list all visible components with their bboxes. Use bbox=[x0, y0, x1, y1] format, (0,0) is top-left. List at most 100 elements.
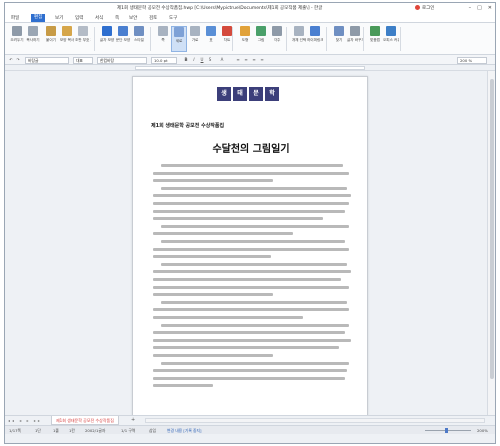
menu-bar: 파일 편집 보기 입력 서식 쪽 보안 검토 도구 bbox=[5, 13, 495, 23]
ribbon-button-replace[interactable]: 글자 바꾸기 bbox=[347, 26, 363, 52]
document-page[interactable]: 생 태 문 학 제1회 생태문학 공모전 수상작품집 수달천의 그림일기 bbox=[132, 76, 368, 415]
menu-tools[interactable]: 도구 bbox=[169, 15, 177, 21]
ribbon-button-paste[interactable]: 붙이기 bbox=[43, 26, 59, 52]
underline-icon[interactable]: U bbox=[199, 57, 205, 63]
ribbon-separator bbox=[363, 27, 364, 51]
minimize-icon[interactable]: – bbox=[469, 5, 472, 11]
menu-page[interactable]: 쪽 bbox=[115, 15, 119, 21]
menu-edit[interactable]: 편집 bbox=[31, 14, 46, 22]
font-lang-select[interactable]: 대표 bbox=[73, 56, 93, 64]
login-button[interactable]: 로그인 bbox=[415, 4, 435, 11]
ribbon-button-clear-marks[interactable]: 조판 부호 지우기 bbox=[75, 26, 91, 52]
format-toolbar: ↶ ↷ 바탕글 대표 한컴바탕 10.0 pt B I U S A ≡ ≡ ≡ … bbox=[5, 55, 495, 65]
menu-file[interactable]: 파일 bbox=[11, 15, 19, 21]
ribbon-toolbar: 오려두기복사하기 붙이기모양 복사조판 부호 지우기 글자 모양문단 모양스타일 쪽 세… bbox=[5, 23, 495, 55]
text-line bbox=[153, 232, 293, 236]
text-line bbox=[153, 247, 349, 251]
ribbon-button-office-comm[interactable]: 오피스 커뮤니케이션 bbox=[383, 26, 399, 52]
ribbon-button-style[interactable]: 스타일 bbox=[131, 26, 147, 52]
style-value: 바탕글 bbox=[28, 57, 39, 63]
ruler-body[interactable] bbox=[135, 66, 365, 70]
logo-char: 문 bbox=[249, 87, 263, 101]
ribbon-button-horizontal[interactable]: 가로 bbox=[187, 26, 203, 52]
ribbon-button-link[interactable]: 하이퍼링크 bbox=[307, 26, 323, 52]
horizontal-scrollbar[interactable] bbox=[145, 418, 485, 423]
logo-char: 생 bbox=[217, 87, 231, 101]
login-label: 로그인 bbox=[422, 5, 435, 11]
ribbon-button-select-object[interactable]: 개체 선택 bbox=[291, 26, 307, 52]
ribbon-button-vertical[interactable]: 세로 bbox=[171, 26, 187, 52]
scroll-thumb[interactable] bbox=[489, 79, 494, 379]
menu-insert[interactable]: 입력 bbox=[75, 15, 83, 21]
ribbon-button-spellcheck[interactable]: 맞춤법 bbox=[367, 26, 383, 52]
paste-icon bbox=[46, 26, 56, 36]
document-tab[interactable]: 제1회 생태문학 공모전 수상작품집 bbox=[51, 416, 119, 425]
text-line bbox=[161, 323, 349, 327]
tab-nav-arrows[interactable]: ◂◂ ◂ ▸ ▸▸ bbox=[8, 418, 42, 423]
ribbon-button-page[interactable]: 쪽 bbox=[155, 26, 171, 52]
footnote-icon bbox=[272, 26, 282, 36]
vertical-icon bbox=[174, 27, 184, 37]
font-size-select[interactable]: 10.0 pt bbox=[151, 56, 177, 64]
style-icon bbox=[134, 26, 144, 36]
maximize-icon[interactable]: □ bbox=[477, 5, 482, 11]
add-tab-button[interactable]: + bbox=[131, 417, 135, 423]
zoom-slider[interactable] bbox=[425, 428, 471, 433]
ribbon-button-scissors[interactable]: 오려두기 bbox=[9, 26, 25, 52]
ribbon-button-label: 맞춤법 bbox=[370, 38, 380, 42]
ribbon-button-picture[interactable]: 그림 bbox=[253, 26, 269, 52]
ribbon-button-format-painter[interactable]: 모양 복사 bbox=[59, 26, 75, 52]
style-select[interactable]: 바탕글 bbox=[25, 56, 69, 64]
text-line bbox=[161, 186, 347, 190]
ribbon-button-copy[interactable]: 복사하기 bbox=[25, 26, 41, 52]
text-line bbox=[161, 300, 347, 304]
ribbon-button-find[interactable]: 찾기 bbox=[331, 26, 347, 52]
menu-format[interactable]: 서식 bbox=[95, 15, 103, 21]
ribbon-button-label: 도형 bbox=[241, 38, 249, 42]
strikethrough-icon[interactable]: S bbox=[207, 57, 213, 63]
text-line bbox=[161, 262, 347, 266]
undo-icon[interactable]: ↶ bbox=[8, 57, 14, 63]
text-line bbox=[153, 270, 351, 274]
text-line bbox=[153, 316, 303, 319]
vertical-scrollbar[interactable] bbox=[487, 71, 495, 415]
replace-icon bbox=[350, 26, 360, 36]
text-line bbox=[153, 293, 273, 297]
font-color-icon[interactable]: A bbox=[219, 57, 225, 63]
ribbon-button-footnote[interactable]: 각주 bbox=[269, 26, 285, 52]
text-line bbox=[153, 171, 349, 175]
ribbon-separator bbox=[400, 27, 401, 51]
menu-security[interactable]: 보안 bbox=[129, 15, 137, 21]
office-comm-icon bbox=[386, 26, 396, 36]
select-object-icon bbox=[294, 26, 304, 36]
document-subtitle: 제1회 생태문학 공모전 수상작품집 bbox=[151, 123, 225, 129]
bold-icon[interactable]: B bbox=[183, 57, 189, 63]
ribbon-button-label: 가로 bbox=[191, 38, 199, 42]
ribbon-button-table[interactable]: 표 bbox=[203, 26, 219, 52]
align-right-icon[interactable]: ≡ bbox=[251, 57, 257, 63]
document-tab-bar: ◂◂ ◂ ▸ ▸▸ 제1회 생태문학 공모전 수상작품집 + bbox=[5, 415, 495, 425]
zoom-select[interactable]: 200 % bbox=[457, 56, 487, 64]
horizontal-icon bbox=[190, 26, 200, 36]
align-justify-icon[interactable]: ≡ bbox=[259, 57, 265, 63]
format-painter-icon bbox=[62, 26, 72, 36]
zoom-slider-knob[interactable] bbox=[445, 428, 448, 433]
font-lang-value: 대표 bbox=[76, 57, 83, 63]
font-select[interactable]: 한컴바탕 bbox=[97, 56, 147, 64]
ribbon-button-label: 그림 bbox=[257, 38, 265, 42]
align-left-icon[interactable]: ≡ bbox=[235, 57, 241, 63]
ribbon-button-char-shape[interactable]: 글자 모양 bbox=[99, 26, 115, 52]
menu-review[interactable]: 검토 bbox=[149, 15, 157, 21]
ribbon-button-label: 찾기 bbox=[335, 38, 343, 42]
ribbon-button-shape[interactable]: 도형 bbox=[237, 26, 253, 52]
ribbon-button-para-shape[interactable]: 문단 모양 bbox=[115, 26, 131, 52]
document-area[interactable]: 생 태 문 학 제1회 생태문학 공모전 수상작품집 수달천의 그림일기 bbox=[5, 71, 487, 415]
align-center-icon[interactable]: ≡ bbox=[243, 57, 249, 63]
menu-view[interactable]: 보기 bbox=[55, 15, 63, 21]
bottom-strip bbox=[5, 434, 495, 443]
redo-icon[interactable]: ↷ bbox=[15, 57, 21, 63]
text-line bbox=[153, 209, 345, 213]
logo-char: 학 bbox=[265, 87, 279, 101]
italic-icon[interactable]: I bbox=[191, 57, 197, 63]
close-icon[interactable]: ✕ bbox=[488, 5, 492, 11]
